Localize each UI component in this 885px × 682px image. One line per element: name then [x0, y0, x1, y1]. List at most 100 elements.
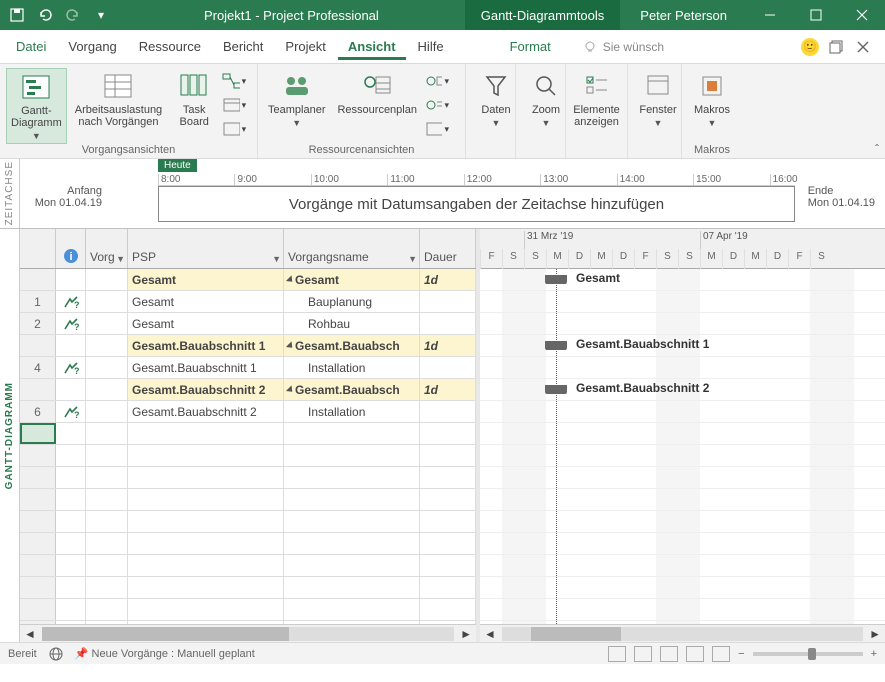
col-rownum[interactable] [20, 229, 56, 268]
globe-icon[interactable] [49, 647, 63, 661]
gantt-diagram-button[interactable]: Gantt- Diagramm ▼ [6, 68, 67, 144]
collapse-ribbon-button[interactable]: ˆ [875, 142, 879, 156]
chart-header: 31 Mrz '19 07 Apr '19 FSSMDMDFSSMDMDFS [480, 229, 885, 269]
table-row-empty[interactable] [20, 445, 476, 467]
calendar-button[interactable]: ▾ [222, 94, 246, 116]
fenster-button[interactable]: Fenster▼ [634, 68, 682, 130]
close-doc-icon[interactable] [857, 41, 869, 53]
task-grid[interactable]: i Vorg▼ PSP▼ Vorgangsname▼ Dauer Gesamt … [20, 229, 480, 642]
table-row-empty[interactable] [20, 599, 476, 621]
chart-row [480, 291, 885, 313]
teamplaner-button[interactable]: Teamplaner ▼ [264, 68, 329, 130]
makros-button[interactable]: Makros▼ [688, 68, 736, 130]
table-row-empty[interactable] [20, 489, 476, 511]
zoom-slider[interactable] [753, 652, 863, 656]
gantt-tab[interactable]: GANTT-DIAGRAMM [0, 229, 20, 642]
arbeitsauslastung-button[interactable]: Arbeitsauslastung nach Vorgängen [71, 68, 166, 130]
view-gantt-icon[interactable] [608, 646, 626, 662]
grid-header: i Vorg▼ PSP▼ Vorgangsname▼ Dauer [20, 229, 476, 269]
user-name: Peter Peterson [620, 8, 747, 23]
tab-bericht[interactable]: Bericht [213, 33, 273, 60]
col-name[interactable]: Vorgangsname▼ [284, 229, 420, 268]
task-board-button[interactable]: Task Board [170, 68, 218, 130]
grid-scrollbar[interactable]: ◄► [20, 624, 476, 642]
status-newtasks[interactable]: 📌 Neue Vorgänge : Manuell geplant [75, 647, 255, 660]
restore-window-icon[interactable] [829, 40, 843, 54]
qat-customize[interactable]: ▾ [88, 1, 114, 29]
table-row-empty[interactable] [20, 577, 476, 599]
save-button[interactable] [4, 1, 30, 29]
resource-usage-button[interactable]: ▾ [425, 70, 449, 92]
feedback-smiley-icon[interactable]: 🙂 [801, 38, 819, 56]
col-dauer[interactable]: Dauer [420, 229, 476, 268]
tab-datei[interactable]: Datei [6, 33, 56, 60]
view-board-icon[interactable] [660, 646, 678, 662]
view-grid-icon[interactable] [634, 646, 652, 662]
zoom-button[interactable]: Zoom▼ [522, 68, 570, 130]
table-row-empty[interactable] [20, 467, 476, 489]
network-diagram-button[interactable]: ▾ [222, 70, 246, 92]
chart-row [480, 401, 885, 423]
other-resource-views-button[interactable]: ▾ [425, 118, 449, 140]
other-views-button[interactable]: ▾ [222, 118, 246, 140]
svg-text:?: ? [74, 410, 79, 419]
svg-text:i: i [69, 251, 72, 263]
svg-text:?: ? [74, 322, 79, 331]
table-row[interactable]: 1?GesamtBauplanung [20, 291, 476, 313]
zoom-out-button[interactable]: − [738, 648, 744, 660]
ressourcenplan-button[interactable]: Ressourcenplan [333, 68, 421, 118]
redo-button[interactable] [60, 1, 86, 29]
summary-bar[interactable] [546, 341, 566, 350]
chart-body[interactable]: GesamtGesamt.Bauabschnitt 1Gesamt.Bauabs… [480, 269, 885, 624]
table-row[interactable]: Gesamt.Bauabschnitt 1 Gesamt.Bauabsch1d [20, 335, 476, 357]
bar-label: Gesamt.Bauabschnitt 1 [576, 337, 709, 351]
summary-bar[interactable] [546, 275, 566, 284]
timeline-prompt[interactable]: Vorgänge mit Datumsangaben der Zeitachse… [158, 186, 795, 222]
col-psp[interactable]: PSP▼ [128, 229, 284, 268]
undo-button[interactable] [32, 1, 58, 29]
resource-sheet-button[interactable]: ▾ [425, 94, 449, 116]
today-marker: Heute [158, 159, 197, 172]
timeline-tab[interactable]: ZEITACHSE [0, 159, 20, 228]
daten-button[interactable]: Daten▼ [472, 68, 520, 130]
close-button[interactable] [839, 0, 885, 30]
table-row[interactable]: 6?Gesamt.Bauabschnitt 2Installation [20, 401, 476, 423]
tab-ansicht[interactable]: Ansicht [338, 33, 406, 60]
tab-projekt[interactable]: Projekt [275, 33, 335, 60]
window-title: Projekt1 - Project Professional [118, 8, 465, 23]
zoom-in-button[interactable]: + [871, 648, 877, 660]
table-row[interactable]: Gesamt.Bauabschnitt 2 Gesamt.Bauabsch1d [20, 379, 476, 401]
minimize-button[interactable] [747, 0, 793, 30]
table-row[interactable]: Gesamt Gesamt1d [20, 269, 476, 291]
gantt-area: GANTT-DIAGRAMM i Vorg▼ PSP▼ Vorgangsname… [0, 229, 885, 642]
manual-task-icon: ? [63, 295, 79, 309]
gantt-icon [20, 71, 52, 103]
tasks-usage-icon [102, 70, 134, 102]
table-row-empty[interactable] [20, 533, 476, 555]
svg-text:?: ? [74, 366, 79, 375]
table-row-empty[interactable] [20, 511, 476, 533]
tab-format[interactable]: Format [500, 33, 561, 60]
chart-row [480, 357, 885, 379]
table-row-empty[interactable] [20, 555, 476, 577]
chart-row: Gesamt.Bauabschnitt 1 [480, 335, 885, 357]
gantt-chart[interactable]: 31 Mrz '19 07 Apr '19 FSSMDMDFSSMDMDFS G… [480, 229, 885, 642]
view-network-icon[interactable] [712, 646, 730, 662]
tab-hilfe[interactable]: Hilfe [408, 33, 454, 60]
ribbon: Gantt- Diagramm ▼ Arbeitsauslastung nach… [0, 64, 885, 159]
col-info[interactable]: i [56, 229, 86, 268]
tab-vorgang[interactable]: Vorgang [58, 33, 126, 60]
table-row-selected[interactable] [20, 423, 476, 445]
table-row[interactable]: 4?Gesamt.Bauabschnitt 1Installation [20, 357, 476, 379]
view-calendar-icon[interactable] [686, 646, 704, 662]
tell-me-search[interactable]: Sie wünsch [583, 40, 791, 54]
maximize-button[interactable] [793, 0, 839, 30]
timeline-end: EndeMon 01.04.19 [808, 185, 875, 209]
chart-scrollbar[interactable]: ◄► [480, 624, 885, 642]
elemente-button[interactable]: Elemente anzeigen [572, 68, 621, 130]
col-vorgang[interactable]: Vorg▼ [86, 229, 128, 268]
tab-ressource[interactable]: Ressource [129, 33, 211, 60]
table-row[interactable]: 2?GesamtRohbau [20, 313, 476, 335]
grid-body[interactable]: Gesamt Gesamt1d1?GesamtBauplanung2?Gesam… [20, 269, 476, 624]
summary-bar[interactable] [546, 385, 566, 394]
